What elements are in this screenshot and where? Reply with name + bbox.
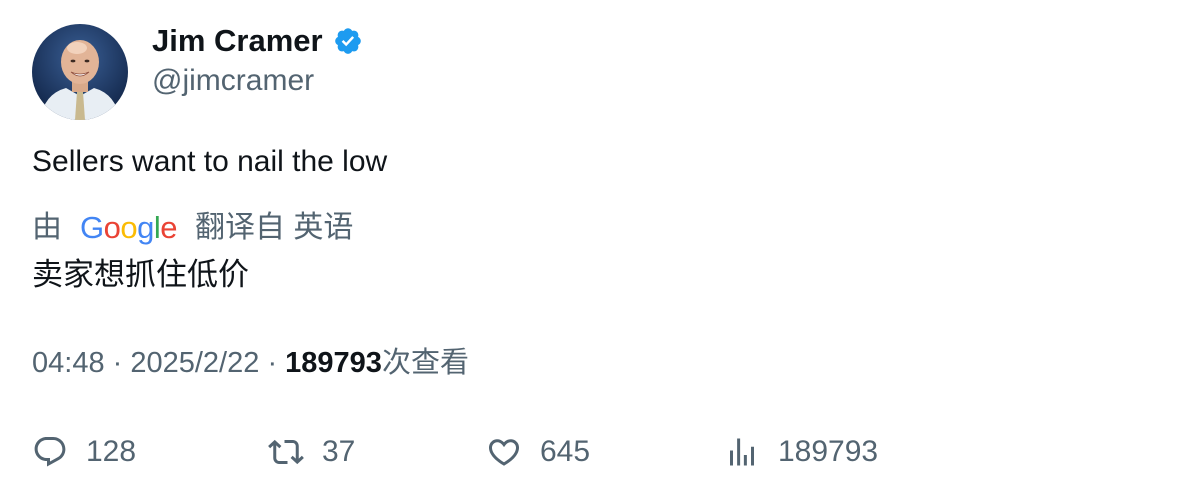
- google-logo[interactable]: Google: [80, 206, 178, 250]
- views-button[interactable]: 189793: [724, 430, 878, 474]
- meta-separator: ·: [112, 347, 131, 379]
- heart-icon: [488, 439, 520, 466]
- translation-prefix: 由: [32, 211, 62, 244]
- bar-chart-icon: [730, 438, 754, 466]
- tweet-time[interactable]: 04:48: [32, 347, 105, 379]
- meta-separator: ·: [267, 347, 286, 379]
- tweet-actions: 128 37 645 189793: [0, 430, 1196, 474]
- tweet-text: Sellers want to nail the low: [32, 145, 388, 178]
- author-name[interactable]: Jim Cramer: [152, 22, 323, 60]
- avatar[interactable]: [32, 24, 128, 120]
- reply-icon: [34, 437, 66, 467]
- author-name-row[interactable]: Jim Cramer: [152, 22, 363, 60]
- translation-attribution: 由 Google 翻译自 英语: [32, 206, 353, 250]
- like-button[interactable]: 645: [486, 430, 590, 474]
- translated-text: 卖家想抓住低价: [32, 257, 249, 292]
- translation-source-language: 翻译自 英语: [195, 211, 354, 244]
- avatar-image: [32, 24, 128, 120]
- retweet-icon: [268, 439, 304, 465]
- views-action-count: 189793: [778, 435, 879, 468]
- views-label: 次查看: [381, 347, 469, 379]
- tweet-date[interactable]: 2025/2/22: [130, 347, 259, 379]
- reply-button[interactable]: 128: [32, 430, 136, 474]
- tweet-meta: 04:48 · 2025/2/22 · 189793次查看: [32, 343, 469, 383]
- retweet-count: 37: [322, 435, 356, 468]
- views-count: 189793: [285, 347, 382, 379]
- verified-badge-icon: [333, 26, 363, 56]
- retweet-button[interactable]: 37: [268, 430, 355, 474]
- like-count: 645: [540, 435, 591, 468]
- author-handle[interactable]: @jimcramer: [152, 62, 314, 100]
- reply-count: 128: [86, 435, 137, 468]
